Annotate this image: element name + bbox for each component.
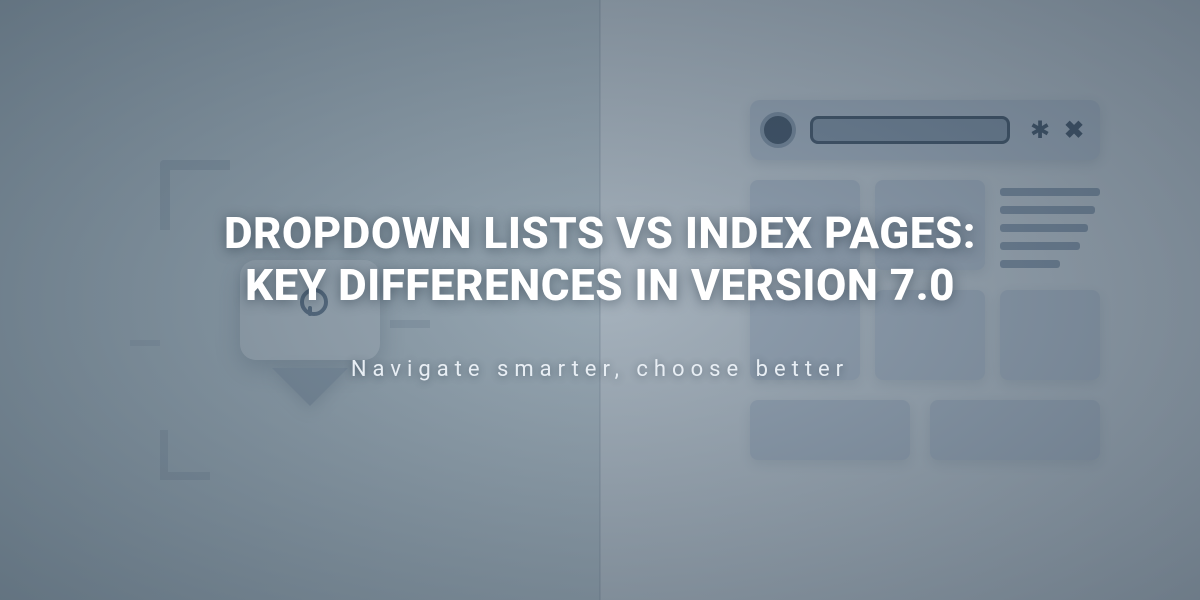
close-icon: ✖ [1062, 118, 1086, 142]
title-line-2: KEY DIFFERENCES IN VERSION 7.0 [245, 259, 955, 311]
hero-banner: ✱ ✖ DROPDOWN LISTS VS INDEX PAGES: KEY D… [0, 0, 1200, 600]
toolbar-illustration: ✱ ✖ [750, 100, 1100, 160]
hero-text: DROPDOWN LISTS VS INDEX PAGES: KEY DIFFE… [0, 208, 1200, 383]
avatar-icon [760, 112, 796, 148]
hero-title: DROPDOWN LISTS VS INDEX PAGES: KEY DIFFE… [60, 208, 1140, 312]
bracket-decoration [160, 430, 210, 480]
gear-icon: ✱ [1028, 118, 1052, 142]
grid-tile [930, 400, 1100, 460]
hero-tagline: Navigate smarter, choose better [60, 357, 1140, 382]
grid-tile [750, 400, 910, 460]
title-line-1: DROPDOWN LISTS VS INDEX PAGES: [224, 207, 976, 259]
search-bar-illustration [810, 116, 1010, 144]
